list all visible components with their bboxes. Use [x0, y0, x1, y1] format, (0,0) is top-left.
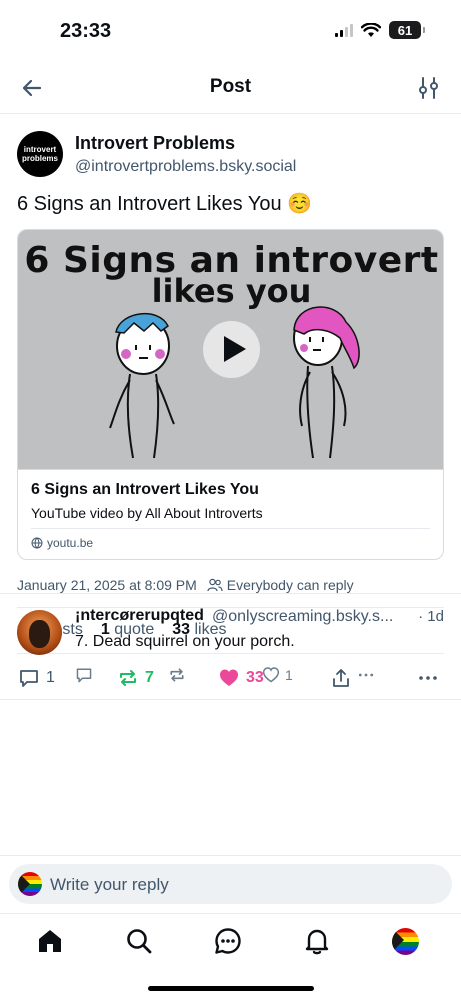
reply-timestamp: · 1d	[418, 608, 444, 625]
author-name[interactable]: Introvert Problems	[75, 133, 235, 154]
reply-setting[interactable]: Everybody can reply	[207, 577, 354, 593]
status-icons: 61	[335, 21, 425, 39]
post-meta: January 21, 2025 at 8:09 PM Everybody ca…	[17, 577, 354, 593]
reply-author-handle[interactable]: @onlyscreaming.bsky.s...	[212, 608, 408, 626]
reply-post[interactable]: ¡ntercørerupqted @onlyscreaming.bsky.s..…	[0, 594, 461, 700]
embed-title: 6 Signs an Introvert Likes You	[31, 481, 259, 498]
reply-setting-label: Everybody can reply	[226, 577, 354, 593]
home-indicator	[148, 986, 314, 991]
reply-repost-button[interactable]	[168, 666, 186, 684]
reply-actions: 1	[75, 666, 435, 688]
people-icon	[207, 578, 223, 592]
link-embed-card[interactable]: 6 Signs an introvert likes you 6 Signs a…	[17, 229, 444, 560]
bell-icon[interactable]	[302, 926, 332, 956]
page-title: Post	[209, 76, 252, 97]
reply-like-count: 1	[285, 667, 293, 683]
status-time: 23:33	[60, 20, 112, 42]
embed-description: YouTube video by All About Introverts	[31, 505, 263, 521]
reply-more-button[interactable]	[356, 666, 376, 684]
video-thumbnail[interactable]: 6 Signs an introvert likes you	[18, 230, 443, 470]
bottom-tab-bar	[0, 914, 461, 974]
post-text: 6 Signs an Introvert Likes You ☺️	[17, 193, 313, 215]
wifi-icon	[361, 22, 381, 37]
author-handle[interactable]: @introvertproblems.bsky.social	[75, 158, 296, 176]
reply-composer[interactable]: Write your reply	[9, 864, 452, 904]
user-avatar	[18, 872, 42, 896]
reply-reply-button[interactable]	[75, 666, 93, 684]
embed-domain-text: youtu.be	[47, 536, 94, 550]
comment-icon	[76, 668, 92, 683]
reply-text: 7. Dead squirrel on your porch.	[75, 633, 295, 650]
globe-icon	[31, 537, 43, 549]
heart-icon	[262, 667, 280, 683]
divider	[0, 855, 461, 856]
author-avatar[interactable]: introvert problems	[17, 131, 63, 177]
profile-avatar-tab[interactable]	[392, 928, 419, 955]
post-timestamp: January 21, 2025 at 8:09 PM	[17, 577, 197, 593]
search-icon[interactable]	[124, 926, 154, 956]
play-icon[interactable]	[203, 321, 260, 378]
cellular-signal-icon	[335, 23, 353, 37]
header: Post	[0, 62, 461, 114]
status-bar: 23:33 61	[0, 0, 461, 62]
chat-icon[interactable]	[213, 926, 243, 956]
reply-like-button[interactable]: 1	[262, 666, 293, 684]
sliders-icon[interactable]	[415, 74, 443, 102]
home-icon[interactable]	[35, 926, 65, 956]
battery-icon: 61	[389, 21, 425, 39]
reply-avatar[interactable]	[17, 610, 62, 655]
author-row[interactable]: introvert problems Introvert Problems @i…	[17, 131, 447, 181]
embed-divider	[31, 528, 430, 529]
reply-author-name[interactable]: ¡ntercørerupqted	[75, 607, 204, 625]
embed-domain: youtu.be	[31, 536, 93, 550]
reply-input-placeholder[interactable]: Write your reply	[50, 875, 169, 895]
more-icon	[358, 673, 374, 677]
repost-icon	[170, 668, 184, 682]
